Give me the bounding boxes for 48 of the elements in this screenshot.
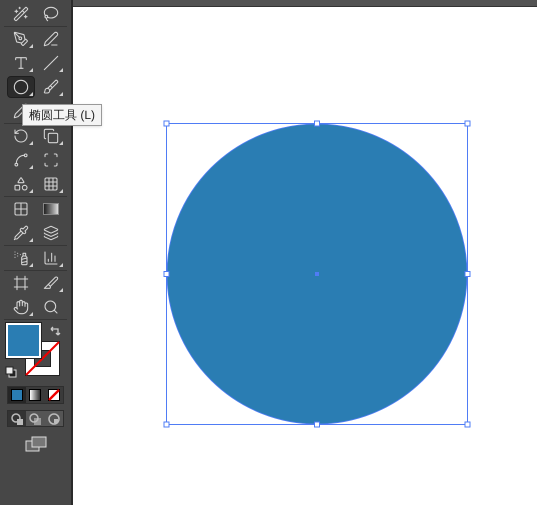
submenu-corner-icon — [29, 44, 33, 48]
submenu-corner-icon — [29, 141, 33, 145]
submenu-corner-icon — [59, 92, 63, 96]
submenu-corner-icon — [59, 189, 63, 193]
search-icon — [43, 299, 59, 315]
gradient-icon — [43, 203, 59, 215]
slice-icon — [43, 275, 59, 291]
shapes-icon — [13, 176, 29, 192]
hand-icon — [13, 299, 29, 315]
color-mode-button[interactable] — [8, 387, 26, 403]
submenu-corner-icon — [59, 68, 63, 72]
mesh-icon — [13, 201, 29, 217]
line-icon — [43, 55, 59, 71]
tool-button[interactable] — [7, 76, 35, 98]
magic-wand-icon — [13, 6, 29, 22]
default-colors-icon — [5, 366, 17, 378]
eyedropper-icon — [13, 225, 29, 241]
no-color-icon — [48, 389, 60, 401]
brush-icon — [43, 79, 59, 95]
submenu-corner-icon — [59, 288, 63, 292]
pen-icon — [43, 31, 59, 47]
tooltip: 椭圆工具 (L) — [22, 104, 102, 126]
submenu-corner-icon — [29, 312, 33, 316]
screen-mode-icon[interactable] — [24, 436, 46, 452]
submenu-corner-icon — [29, 263, 33, 267]
letter-t-icon — [13, 55, 29, 71]
artboard-icon — [13, 275, 29, 291]
submenu-corner-icon — [59, 263, 63, 267]
submenu-corner-icon — [29, 92, 33, 96]
swap-arrow-icon — [49, 325, 61, 337]
rotate-icon — [13, 128, 29, 144]
fill-swatch[interactable] — [6, 323, 41, 358]
submenu-corner-icon — [29, 68, 33, 72]
submenu-corner-icon — [59, 141, 63, 145]
draw-inside-icon — [48, 412, 60, 424]
bar-chart-icon — [43, 250, 59, 266]
submenu-corner-icon — [29, 238, 33, 242]
perspective-grid-icon — [43, 176, 59, 192]
submenu-corner-icon — [29, 189, 33, 193]
color-swatch-icon — [11, 389, 24, 401]
draw-normal-icon — [11, 412, 24, 424]
gradient-icon — [29, 389, 42, 401]
ellipse-icon — [13, 79, 29, 95]
lasso-icon — [43, 6, 59, 22]
pen-nib-icon — [13, 31, 29, 47]
draw-mode-button[interactable] — [8, 411, 26, 426]
draw-behind-icon — [29, 412, 42, 424]
submenu-corner-icon — [29, 165, 33, 169]
